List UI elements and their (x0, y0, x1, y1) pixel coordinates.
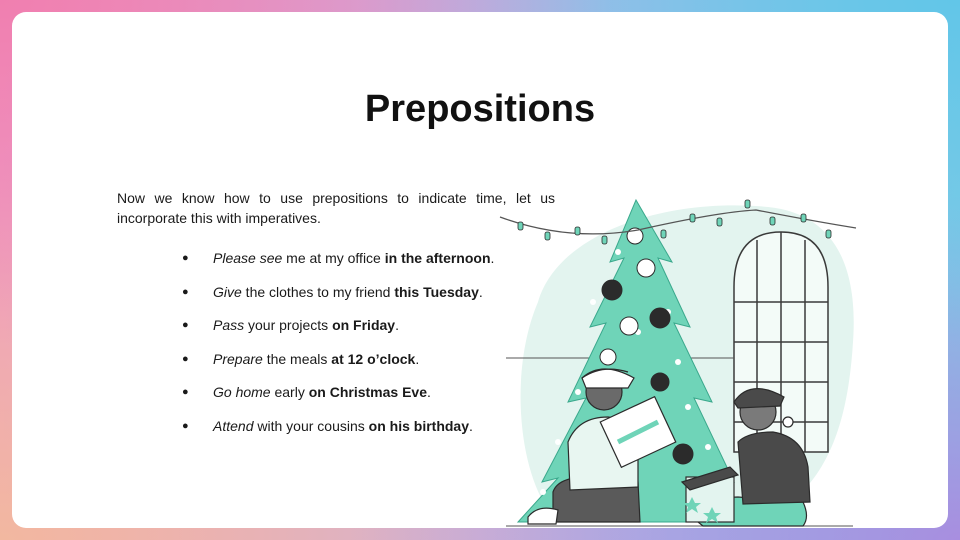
item-verb: Go home (213, 384, 271, 401)
item-time: this Tuesday (394, 283, 479, 300)
item-end: . (478, 283, 483, 300)
list-item: ● Go home early on Christmas Eve. (180, 380, 540, 414)
bullet-icon: ● (182, 252, 189, 264)
item-time: on his birthday (368, 417, 469, 434)
christmas-illustration (499, 198, 857, 527)
item-time: on Christmas Eve (308, 384, 427, 401)
list-item: ● Attend with your cousins on his birthda… (180, 414, 540, 448)
item-end: . (469, 417, 473, 434)
item-time: in the afternoon (384, 250, 491, 266)
item-end: . (426, 384, 431, 401)
item-verb: Pass (213, 317, 245, 334)
list-item: ● Prepare the meals at 12 o’clock. (180, 347, 540, 381)
bullet-icon: ● (182, 319, 189, 332)
item-end: . (415, 350, 420, 367)
item-verb: Please see (213, 250, 283, 266)
list-item: ● Please see me at my office in the after… (180, 246, 540, 280)
imperative-list: ● Please see me at my office in the after… (180, 246, 540, 448)
item-text: early (270, 384, 309, 401)
bullet-icon: ● (182, 352, 189, 365)
item-text: the clothes to my friend (241, 283, 395, 300)
item-text: me at my office (282, 250, 385, 266)
item-time: on Friday (332, 317, 396, 334)
bullet-icon: ● (182, 419, 189, 432)
slide-title: Prepositions (364, 88, 596, 130)
item-text: with your cousins (253, 417, 369, 434)
item-text: your projects (244, 317, 333, 334)
intro-paragraph: Now we know how to use prepositions to i… (117, 190, 555, 226)
item-text: the meals (262, 350, 332, 367)
bullet-icon: ● (182, 285, 189, 298)
item-end: . (395, 317, 399, 334)
item-verb: Attend (213, 417, 254, 434)
list-item: ● Pass your projects on Friday. (180, 313, 540, 347)
item-verb: Prepare (213, 350, 263, 367)
item-verb: Give (213, 283, 242, 300)
bullet-icon: ● (182, 386, 189, 399)
list-item: ● Give the clothes to my friend this Tues… (180, 280, 540, 314)
item-end: . (490, 250, 495, 266)
item-time: at 12 o’clock (331, 350, 416, 367)
